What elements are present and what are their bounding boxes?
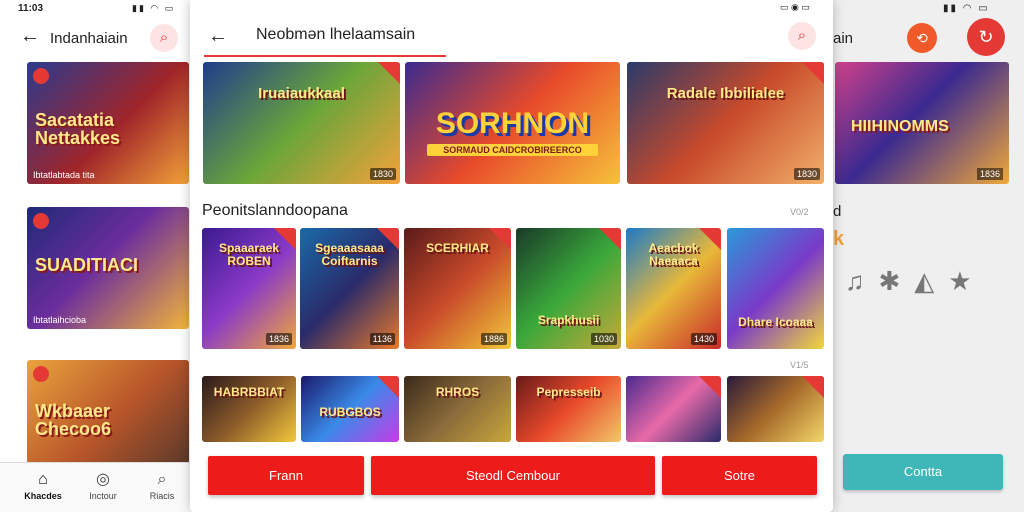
status-time: 11:03 xyxy=(18,3,44,14)
nav-label: Inctour xyxy=(89,491,117,501)
sort-button[interactable]: Sotre xyxy=(662,456,817,495)
left-background-screen: 11:03 ▮▮ ◠ ▭ ← Indanhaiain ⌕ Sacatatia N… xyxy=(0,0,195,512)
back-arrow-icon[interactable]: ← xyxy=(20,25,40,47)
game-tile[interactable] xyxy=(626,376,721,442)
compass-icon: ◎ xyxy=(96,471,110,488)
game-tile-title: RUBGBOS xyxy=(319,405,381,419)
game-tile[interactable] xyxy=(727,376,824,442)
player-count-badge: 1136 xyxy=(369,333,395,345)
left-status-bar: 11:03 ▮▮ ◠ ▭ xyxy=(0,0,195,16)
nav-label: Riacis xyxy=(149,491,175,501)
game-tile[interactable]: Spaaaraek ROBEN 1836 xyxy=(202,228,296,349)
corner-badge-icon xyxy=(699,376,721,398)
game-tile[interactable]: Srapkhusii 1030 xyxy=(516,228,621,349)
game-tile-title: Srapkhusii xyxy=(537,313,600,327)
badge-icon xyxy=(33,68,49,84)
search-icon: ⌕ xyxy=(157,471,167,488)
modal-header: ← Neobmən lhelaamsain ⌕ xyxy=(190,16,833,58)
featured-game-title: Iruaiaukkaal xyxy=(258,85,345,102)
game-card[interactable]: Sacatatia Nettakkes Ibtatlabtada tita xyxy=(27,62,189,184)
player-count-badge: 1836 xyxy=(265,333,292,345)
share-icon[interactable]: ⟲ xyxy=(907,23,937,53)
game-card[interactable]: Wkbaaer Checoo6 xyxy=(27,360,189,464)
section-title: Peonitslanndoopana xyxy=(202,202,348,219)
section-see-more-link[interactable]: V1/5 xyxy=(790,360,809,370)
star-icon[interactable]: ★ xyxy=(948,266,985,296)
car-icon[interactable]: ◭ xyxy=(914,266,948,296)
refresh-icon[interactable]: ↻ xyxy=(967,18,1005,56)
status-icons: ▭ ◉ ▭ xyxy=(780,2,810,12)
search-icon[interactable]: ⌕ xyxy=(788,22,816,50)
game-tile-title: RHROS xyxy=(435,385,480,399)
game-tile-title: Pepresseib xyxy=(536,385,601,399)
game-card[interactable]: HIIHINOMMS 1836 xyxy=(835,62,1009,184)
player-count-badge: 1830 xyxy=(793,168,820,180)
confirm-button[interactable]: Contta xyxy=(843,454,1003,490)
back-arrow-icon[interactable]: ← xyxy=(208,25,228,47)
nav-item-search[interactable]: ⌕ Riacis xyxy=(137,469,187,501)
left-page-title: Indanhaiain xyxy=(50,30,128,47)
game-tile-title: Dhare Icoaaa xyxy=(738,315,813,329)
game-tile[interactable]: RHROS xyxy=(404,376,511,442)
section-title-fragment: d xyxy=(833,203,842,220)
badge-icon xyxy=(33,366,49,382)
title-underline xyxy=(204,55,446,57)
game-browser-modal: ▭ ◉ ▭ ← Neobmən lhelaamsain ⌕ Iruaiaukka… xyxy=(190,0,833,512)
game-card-title: Wkbaaer Checoo6 xyxy=(35,400,112,439)
game-tile[interactable]: SCERHIAR 1886 xyxy=(404,228,511,349)
game-card-title: SUADITIACI xyxy=(35,254,138,275)
game-tile[interactable]: Dhare Icoaaa xyxy=(727,228,824,349)
player-count-badge: 1430 xyxy=(690,333,717,345)
game-tile[interactable]: HABRBBIAT xyxy=(202,376,296,442)
bottom-navigation: ⌂ Khacdes ◎ Inctour ⌕ Riacis xyxy=(0,462,195,512)
status-icons: ▮▮ ◠ ▭ xyxy=(943,3,990,14)
corner-badge-icon xyxy=(599,228,621,250)
music-icon[interactable]: ♫ xyxy=(845,266,879,296)
player-count-badge: 1830 xyxy=(369,168,396,180)
home-icon: ⌂ xyxy=(38,471,48,488)
featured-game-title: Radale Ibbilialee xyxy=(666,85,785,102)
featured-game-title: SORHNON xyxy=(435,107,590,140)
nav-item-explore[interactable]: ◎ Inctour xyxy=(78,469,128,501)
game-card-caption: 1836 xyxy=(976,168,1003,180)
right-background-screen: ▮▮ ◠ ▭ ain ⟲ ↻ HIIHINOMMS 1836 d k ♫✱◭★ … xyxy=(833,0,1024,512)
corner-badge-icon xyxy=(377,376,399,398)
section-see-more-link[interactable]: V0/2 xyxy=(790,207,809,217)
category-icons: ♫✱◭★ xyxy=(845,266,986,297)
nav-item-home[interactable]: ⌂ Khacdes xyxy=(18,469,68,501)
game-tile-title: HABRBBIAT xyxy=(213,385,285,399)
player-count-badge: 1886 xyxy=(480,333,507,345)
game-tile-title: Aeacbok Naeaaca xyxy=(648,241,699,268)
game-tile-title: SCERHIAR xyxy=(426,241,489,255)
corner-badge-icon xyxy=(378,62,400,84)
game-tile[interactable]: Aeacbok Naeaaca 1430 xyxy=(626,228,721,349)
corner-badge-icon xyxy=(802,376,824,398)
game-card-title: HIIHINOMMS xyxy=(851,118,949,135)
game-card[interactable]: SUADITIACI Ibtatlaihcioba xyxy=(27,207,189,329)
featured-game-subtitle: SORMAUD CAIDCROBIREERCO xyxy=(427,144,598,156)
game-card-caption: Ibtatlaihcioba xyxy=(33,315,87,325)
section-badge-fragment: k xyxy=(833,228,845,250)
game-card-title: Sacatatia Nettakkes xyxy=(35,109,121,148)
corner-badge-icon xyxy=(802,62,824,84)
right-page-title: ain xyxy=(833,30,854,47)
featured-game-tile[interactable]: Radale Ibbilialee 1830 xyxy=(627,62,824,184)
status-icons: ▮▮ ◠ ▭ xyxy=(132,3,176,13)
game-tile-title: Spaaaraek ROBEN xyxy=(218,241,280,268)
game-tile[interactable]: RUBGBOS xyxy=(301,376,399,442)
game-card-caption: Ibtatlabtada tita xyxy=(33,170,95,180)
nav-label: Khacdes xyxy=(24,491,62,501)
featured-game-tile[interactable]: SORHNON SORMAUD CAIDCROBIREERCO xyxy=(405,62,620,184)
page-title: Neobmən lhelaamsain xyxy=(256,26,416,43)
featured-game-tile[interactable]: Iruaiaukkaal 1830 xyxy=(203,62,400,184)
player-count-badge: 1030 xyxy=(590,333,617,345)
game-tile[interactable]: Pepresseib xyxy=(516,376,621,442)
puzzle-icon[interactable]: ✱ xyxy=(879,266,915,296)
game-tile-title: Sgeaaasaaa Coiftarnis xyxy=(315,241,384,268)
badge-icon xyxy=(33,213,49,229)
primary-action-button[interactable]: Frann xyxy=(208,456,364,495)
search-icon[interactable]: ⌕ xyxy=(150,24,178,52)
game-tile[interactable]: Sgeaaasaaa Coiftarnis 1136 xyxy=(300,228,399,349)
secondary-action-button[interactable]: Steodl Cembour xyxy=(371,456,655,495)
